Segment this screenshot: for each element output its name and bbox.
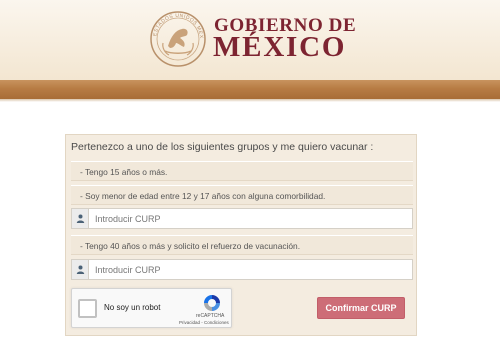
header-shadow xyxy=(0,99,500,102)
curp-input-group-1 xyxy=(71,208,413,229)
header: ESTADOS UNIDOS MEXICANOS GOBIERNO DE MÉX… xyxy=(0,0,500,80)
user-icon xyxy=(72,260,89,279)
panel-title: Pertenezco a uno de los siguientes grupo… xyxy=(71,141,374,153)
header-band xyxy=(0,80,500,99)
user-icon xyxy=(72,209,89,228)
group-option-2: - Soy menor de edad entre 12 y 17 años c… xyxy=(71,185,413,205)
group-option-1: - Tengo 15 años o más. xyxy=(71,161,413,181)
recaptcha-checkbox[interactable] xyxy=(78,299,97,318)
curp-input-group-2 xyxy=(71,259,413,280)
group-option-3: - Tengo 40 años o más y solicito el refu… xyxy=(71,235,413,255)
recaptcha-logo-icon xyxy=(204,295,220,311)
recaptcha-brand: reCAPTCHA xyxy=(196,313,225,319)
curp-input-1[interactable] xyxy=(95,211,395,226)
mexico-seal-logo: ESTADOS UNIDOS MEXICANOS xyxy=(149,10,206,67)
vaccination-form-panel: Pertenezco a uno de los siguientes grupo… xyxy=(65,134,417,336)
recaptcha-terms-link[interactable]: Privacidad - Condiciones xyxy=(179,320,229,325)
recaptcha-widget: No soy un robot reCAPTCHA Privacidad - C… xyxy=(71,288,232,328)
logo-line2: MÉXICO xyxy=(213,31,347,63)
confirm-curp-button[interactable]: Confirmar CURP xyxy=(317,297,405,319)
curp-input-2[interactable] xyxy=(95,262,395,277)
recaptcha-label: No soy un robot xyxy=(104,303,161,312)
